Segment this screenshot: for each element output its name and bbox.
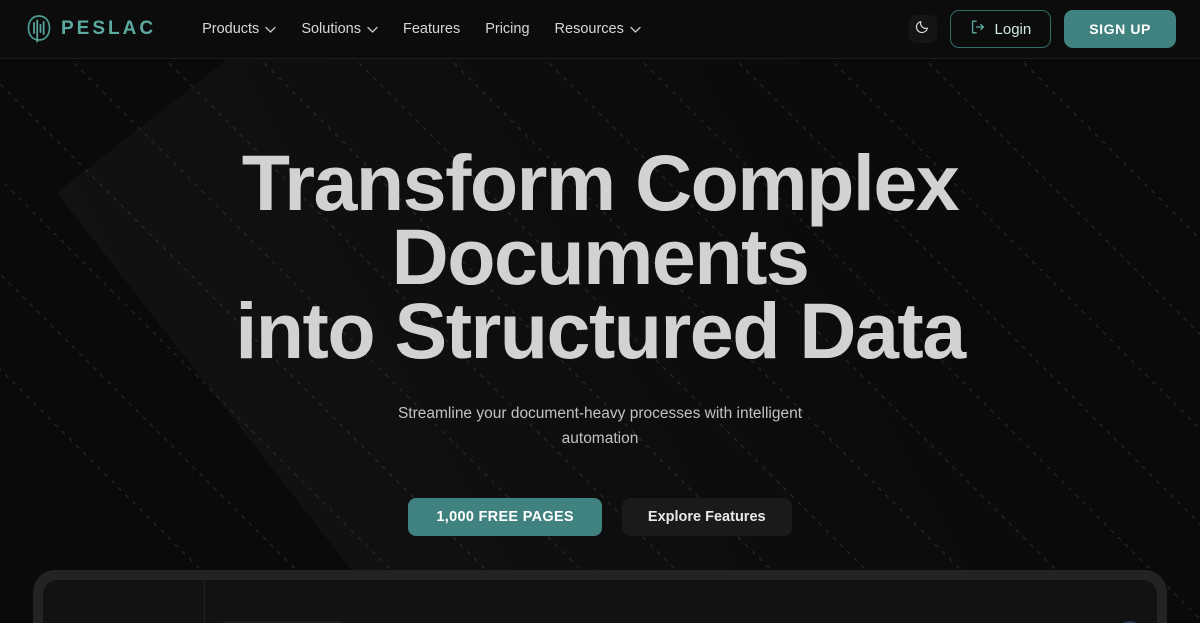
hero-subtitle: Streamline your document-heavy processes… <box>397 405 803 447</box>
signup-button[interactable]: SIGN UP <box>1064 10 1176 48</box>
nav-label: Features <box>402 21 461 37</box>
page-title: Transform Complex Documents into Structu… <box>40 143 1160 370</box>
login-label: Login <box>994 20 1032 38</box>
hero-title-line-2: into Structured Data <box>235 286 966 375</box>
brand-name: PESLAC <box>61 18 157 39</box>
nav-item-solutions[interactable]: Solutions <box>301 21 378 37</box>
chevron-down-icon <box>630 26 641 33</box>
log-in-icon <box>970 19 986 39</box>
dashboard-preview: PESLAC Search... ⌘ K Total 3250 Used 243… <box>43 580 1157 623</box>
nav-item-resources[interactable]: Resources <box>555 21 641 37</box>
free-pages-cta-button[interactable]: 1,000 FREE PAGES <box>408 498 602 536</box>
theme-toggle-button[interactable] <box>908 15 937 43</box>
nav-label: Products <box>202 21 260 37</box>
peslac-logo-icon <box>26 14 52 44</box>
dashboard-preview-frame: PESLAC Search... ⌘ K Total 3250 Used 243… <box>33 570 1167 623</box>
nav-item-products[interactable]: Products <box>202 21 276 37</box>
main-navigation: Products Solutions Features Pricing Reso… <box>202 21 641 37</box>
nav-label: Resources <box>554 21 624 37</box>
explore-features-label: Explore Features <box>647 509 766 525</box>
landing-page: PESLAC Products Solutions Features Prici… <box>0 0 1200 623</box>
brand-logo[interactable]: PESLAC <box>26 14 156 44</box>
nav-item-features[interactable]: Features <box>403 21 460 37</box>
moon-icon <box>915 19 930 39</box>
hero-content: Transform Complex Documents into Structu… <box>0 59 1200 623</box>
hero-section: Transform Complex Documents into Structu… <box>0 59 1200 623</box>
dashboard-topbar: Search... ⌘ K Total 3250 Used 2439 Left … <box>205 580 1157 623</box>
site-header: PESLAC Products Solutions Features Prici… <box>0 0 1200 59</box>
nav-item-pricing[interactable]: Pricing <box>485 21 529 37</box>
free-pages-cta-label: 1,000 FREE PAGES <box>436 509 574 525</box>
hero-title-line-1: Transform Complex Documents <box>241 138 960 301</box>
explore-features-button[interactable]: Explore Features <box>621 498 792 536</box>
hero-cta-row: 1,000 FREE PAGES Explore Features <box>408 498 792 536</box>
header-actions: Login SIGN UP <box>908 10 1176 48</box>
login-button[interactable]: Login <box>949 10 1052 48</box>
signup-label: SIGN UP <box>1089 21 1151 37</box>
nav-label: Solutions <box>301 21 361 37</box>
nav-label: Pricing <box>485 21 530 37</box>
chevron-down-icon <box>265 26 276 33</box>
chevron-down-icon <box>367 26 378 33</box>
dashboard-sidebar: PESLAC <box>43 580 205 623</box>
